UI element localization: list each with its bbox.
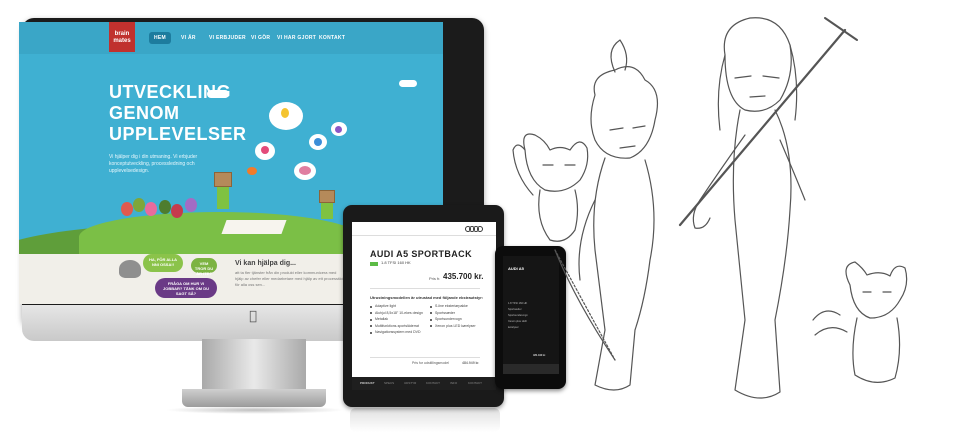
engine-spec: 1.8 TFSI 160 HK (381, 260, 411, 265)
nav-vi-gor[interactable]: VI GÖR (251, 32, 270, 44)
divider (370, 288, 480, 289)
equipment-list-right: S-line eksteriørpakke Sportssæder Sports… (430, 304, 490, 330)
engine-badge (370, 262, 378, 266)
gear-icon (335, 126, 342, 133)
globe-icon (314, 138, 322, 146)
box-head-character (214, 172, 232, 187)
equipment-item: Aluhjul 8,5x18" 10-ekes design (370, 311, 430, 316)
boy-mouth (619, 145, 636, 149)
tree-icon (145, 202, 157, 216)
equipment-item: Navigationssystem med DVD (370, 330, 430, 335)
boy-head (590, 66, 658, 159)
ipad-screen: AUDI A5 SPORTBACK 1.8 TFSI 160 HK Pris f… (352, 222, 496, 390)
hero-text: Vi hjälper dig i din utmaning. Vi erbjud… (109, 154, 198, 174)
tab-kontakt[interactable]: KONTAKT (426, 381, 440, 385)
ipad-tab-bar: PRODUKT SPECS UDSTYR KONTAKT INFO KONTAK… (352, 377, 496, 390)
nav-vi-erbjuder[interactable]: VI ERBJUDER (209, 32, 246, 44)
cat-body (538, 189, 579, 242)
cat-head (523, 133, 589, 192)
equipment-item: Sportsundervogn (430, 317, 490, 322)
bow-string (554, 249, 616, 361)
cat-tail (512, 144, 534, 196)
box-character-body (321, 203, 333, 219)
equipment-item: Adaptive light (370, 304, 430, 309)
audi-header (352, 222, 496, 236)
creature-head (845, 261, 908, 319)
tab-udstyr[interactable]: UDSTYR (404, 381, 416, 385)
boy-eyes (609, 125, 646, 131)
phone-icon (247, 167, 257, 175)
girl-arms (699, 134, 806, 201)
ipad-reflection (350, 408, 500, 432)
total-label: Pris for udstillingsmodel (412, 361, 449, 365)
girl-hand (692, 199, 711, 229)
boy-arm (578, 199, 596, 281)
sword (678, 28, 847, 227)
tree-icon (133, 198, 145, 212)
hero-title-line-3: UPPLEVELSER (109, 124, 247, 144)
imac-shadow (165, 406, 345, 414)
elephant-illustration (119, 260, 141, 278)
creature-body (852, 317, 901, 383)
nav-vi-har-gjort[interactable]: VI HAR GJORT (277, 32, 316, 44)
girl-eyes (734, 75, 780, 79)
equipment-item: Metallak (370, 317, 430, 322)
lightbulb-icon (281, 108, 289, 118)
car-title: AUDI A5 SPORTBACK (370, 249, 472, 259)
site-logo[interactable]: brain mates (109, 22, 135, 52)
hero-title: UTVECKLING GENOM UPPLEVELSER (109, 82, 249, 145)
equipment-item: Sportssæder (430, 311, 490, 316)
box-character-body (217, 187, 229, 209)
hero-title-line-1: UTVECKLING (109, 82, 231, 102)
equipment-title: Utrustningsmodellen är utrustad med följ… (370, 295, 484, 300)
imac-stand-neck (202, 339, 306, 391)
price-value: 435.700 kr. (443, 272, 484, 281)
apple-logo-icon:  (246, 309, 260, 325)
girl-mouth (749, 95, 766, 98)
tree-icon (159, 200, 171, 214)
box-head-character (319, 190, 335, 203)
boy-body (593, 157, 655, 391)
sketch-illustration (512, 17, 908, 399)
drawing-paper (221, 220, 287, 234)
audi-ring-icon (477, 226, 483, 232)
nav-kontakt[interactable]: KONTAKT (319, 32, 345, 44)
tab-specs[interactable]: SPECS (384, 381, 394, 385)
equipment-item: Multifunktions-sportsläderrat (370, 324, 430, 329)
cloud-icon (399, 80, 417, 87)
tab-kontakt-2[interactable]: KONTAKT (468, 381, 482, 385)
speech-bubble: HA, FÖR ALLA NNI OSSA!! (143, 254, 183, 272)
tab-produkt[interactable]: PRODUKT (360, 381, 375, 385)
logo-line-1: brain (114, 31, 130, 37)
tree-icon (171, 204, 183, 218)
nav-home[interactable]: HEM (149, 32, 172, 44)
equipment-item: S-line eksteriørpakke (430, 304, 490, 309)
equipment-list-left: Adaptive light Aluhjul 8,5x18" 10-ekes d… (370, 304, 430, 337)
divider (370, 357, 480, 358)
logo-line-2: mates (113, 38, 131, 44)
heart-icon (261, 146, 269, 154)
slingshot (812, 310, 848, 336)
tab-info[interactable]: INFO (450, 381, 457, 385)
total-value: 484.949 kr. (462, 361, 480, 365)
tree-icon (121, 202, 133, 216)
speech-bubble: VEM TROR DU ÄR ITE? (191, 258, 217, 276)
equipment-item: Xenon plus LED kørelyser (430, 324, 490, 329)
brain-icon (299, 166, 311, 175)
girl-head (723, 17, 792, 112)
help-text: att ta fler tjänster från din produkt el… (235, 270, 344, 287)
sword-guard (824, 17, 858, 41)
nav-vi-ar[interactable]: VI ÄR (181, 32, 196, 44)
hero-title-line-2: GENOM (109, 103, 180, 123)
girl-hair (717, 44, 798, 131)
speech-bubble: FRÅGA OM HUR VI JOBBAR? TÄNK OM DU SAGT … (155, 278, 217, 298)
tree-icon (185, 198, 197, 212)
price-label: Pris fr. (429, 276, 441, 281)
help-title: Vi kan hjälpa dig... (235, 260, 296, 267)
imac-stand-foot (182, 389, 326, 407)
